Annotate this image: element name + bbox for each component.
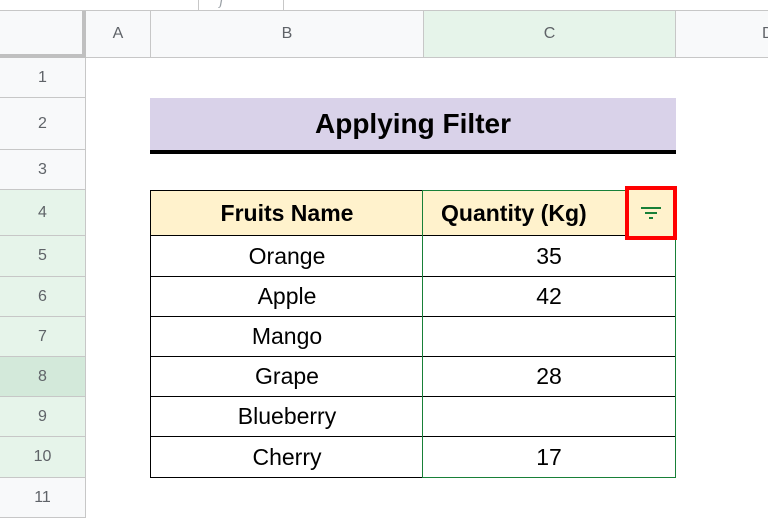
- page-title[interactable]: Applying Filter: [150, 98, 676, 154]
- row-header-11[interactable]: 11: [0, 478, 86, 518]
- table-row-fruit[interactable]: Apple: [150, 277, 424, 317]
- column-header-d[interactable]: D: [676, 11, 768, 58]
- formula-bar-divider: [198, 0, 199, 10]
- table-row-quantity[interactable]: 35: [423, 236, 676, 277]
- filter-button[interactable]: [625, 186, 677, 240]
- row-header-9[interactable]: 9: [0, 397, 86, 437]
- table-row-fruit[interactable]: Orange: [150, 236, 424, 277]
- row-header-7[interactable]: 7: [0, 317, 86, 357]
- filter-icon: [641, 207, 661, 219]
- table-row-fruit[interactable]: Cherry: [150, 437, 424, 478]
- column-header-a[interactable]: A: [86, 11, 151, 58]
- row-header-2[interactable]: 2: [0, 98, 86, 150]
- row-header-8[interactable]: 8: [0, 357, 86, 397]
- row-header-3[interactable]: 3: [0, 150, 86, 190]
- row-header-6[interactable]: 6: [0, 277, 86, 317]
- table-row-quantity[interactable]: [423, 317, 676, 357]
- column-header-b[interactable]: B: [151, 11, 424, 58]
- column-header-c[interactable]: C: [424, 11, 676, 58]
- table-row-fruit[interactable]: Blueberry: [150, 397, 424, 437]
- fx-icon: f: [219, 0, 225, 9]
- formula-bar[interactable]: f: [0, 0, 768, 11]
- row-header-1[interactable]: 1: [0, 58, 86, 98]
- spreadsheet: f A B C D 1 2 3 4 5 6 7 8 9 10 11 Applying Filter …: [0, 0, 768, 522]
- row-header-5[interactable]: 5: [0, 236, 86, 277]
- select-all-corner[interactable]: [0, 11, 86, 58]
- row-header-10[interactable]: 10: [0, 437, 86, 478]
- formula-bar-divider: [283, 0, 284, 10]
- table-row-fruit[interactable]: Mango: [150, 317, 424, 357]
- table-row-quantity[interactable]: [423, 397, 676, 437]
- row-header-4[interactable]: 4: [0, 190, 86, 236]
- table-header-fruits-name[interactable]: Fruits Name: [150, 190, 424, 236]
- table-row-quantity[interactable]: 28: [423, 357, 676, 397]
- table-row-fruit[interactable]: Grape: [150, 357, 424, 397]
- table-row-quantity[interactable]: 42: [423, 277, 676, 317]
- table-row-quantity[interactable]: 17: [423, 437, 676, 478]
